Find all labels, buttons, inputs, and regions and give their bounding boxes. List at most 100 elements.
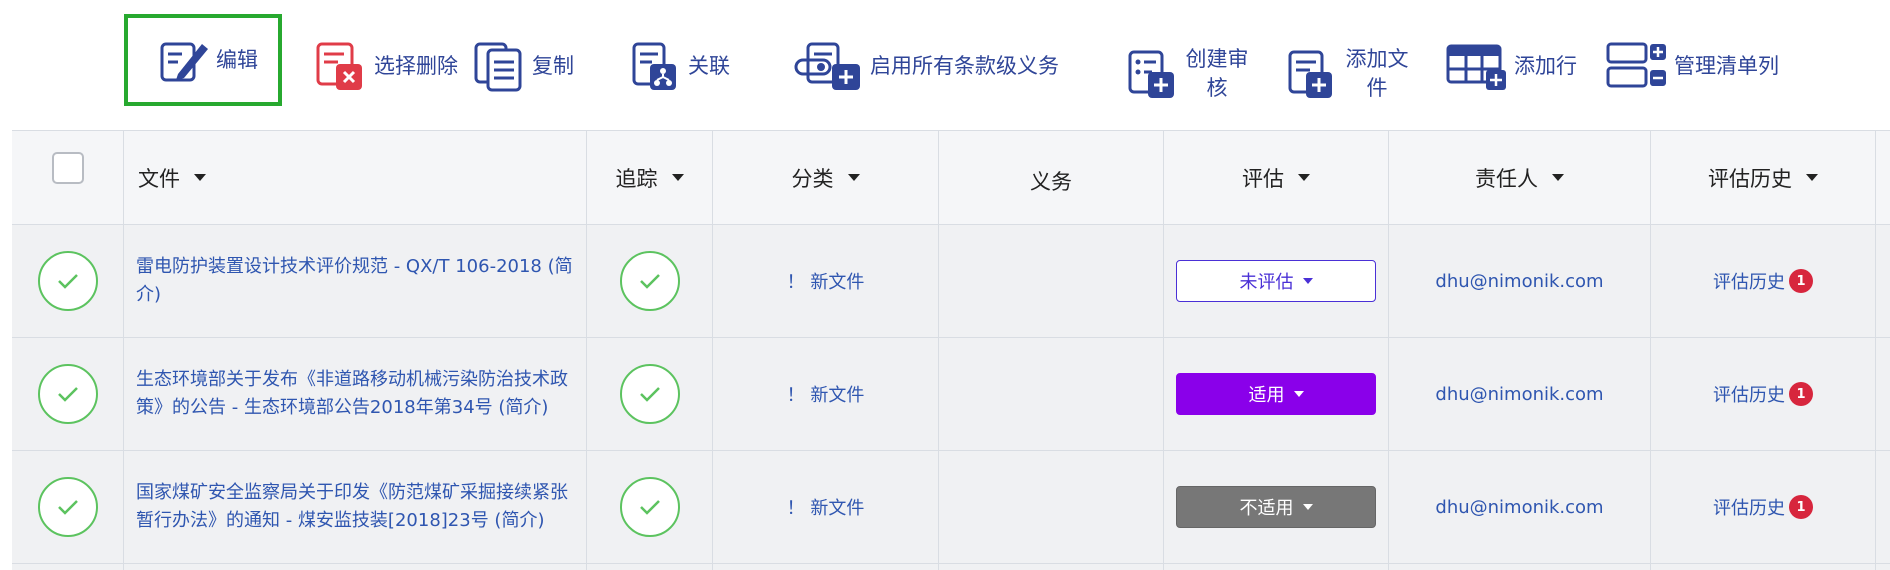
track-cell [587, 564, 713, 570]
header-duty: 义务 [939, 131, 1164, 224]
add-row-label: 添加行 [1514, 53, 1577, 78]
sort-caret-icon[interactable] [671, 174, 684, 181]
doc-link[interactable]: 生态环境部关于发布《非道路移动机械污染防治技术政策》的公告 - 生态环境部公告2… [124, 366, 586, 422]
owner-cell [1389, 564, 1651, 570]
create-audit-label: 创建审核 [1185, 47, 1249, 100]
copy-icon [474, 40, 526, 92]
header-category[interactable]: 分类 [713, 131, 939, 224]
header-assess-label: 评估 [1242, 166, 1284, 191]
enable-clause-duties-button[interactable]: 启用所有条款级义务 [794, 36, 1059, 96]
sort-caret-icon[interactable] [194, 174, 206, 181]
edit-icon [158, 34, 210, 86]
select-delete-button[interactable]: 选择删除 [316, 36, 458, 96]
header-track[interactable]: 追踪 [587, 131, 713, 224]
doc-link[interactable]: 国家煤矿安全监察局关于印发《防范煤矿采掘接续紧张暂行办法》的通知 - 煤安监技装… [124, 479, 586, 535]
dropdown-caret-icon [1302, 278, 1313, 284]
sort-caret-icon[interactable] [847, 174, 860, 181]
history-cell: 评估历史 1 [1651, 225, 1876, 337]
track-cell [587, 225, 713, 337]
header-owner[interactable]: 责任人 [1389, 131, 1651, 224]
header-history-label: 评估历史 [1708, 166, 1792, 191]
owner-email[interactable]: dhu@nimonik.com [1435, 497, 1603, 518]
track-check-icon[interactable] [619, 364, 680, 424]
link-button[interactable]: 关联 [630, 36, 730, 96]
toolbar: 编辑 选择删除 复制 关联 启用所有条款级义务 创建审核 添加文件 添加行 管理… [0, 0, 1890, 128]
header-overflow [1876, 131, 1890, 224]
assess-dropdown[interactable]: 适用 [1176, 373, 1376, 415]
edit-label: 编辑 [216, 47, 258, 72]
track-cell [587, 451, 713, 563]
create-audit-icon [1126, 48, 1178, 100]
owner-email[interactable]: dhu@nimonik.com [1435, 271, 1603, 292]
history-count-badge: 1 [1789, 495, 1813, 519]
sort-caret-icon[interactable] [1552, 174, 1564, 181]
manage-list-columns-button[interactable]: 管理清单列 [1606, 36, 1779, 96]
table-row [12, 564, 1890, 570]
history-link[interactable]: 评估历史 1 [1713, 381, 1813, 407]
sort-caret-icon[interactable] [1806, 174, 1818, 181]
owner-cell: dhu@nimonik.com [1389, 451, 1651, 563]
category-cell: ！ 新文件 [713, 225, 939, 337]
link-label: 关联 [688, 53, 730, 78]
history-count-badge: 1 [1789, 382, 1813, 406]
owner-email[interactable]: dhu@nimonik.com [1435, 384, 1603, 405]
assess-cell: 不适用 [1164, 451, 1389, 563]
edit-button[interactable]: 编辑 [124, 14, 282, 106]
header-owner-label: 责任人 [1475, 166, 1538, 191]
copy-button[interactable]: 复制 [474, 36, 574, 96]
duty-cell [939, 338, 1164, 450]
history-link[interactable]: 评估历史 1 [1713, 494, 1813, 520]
history-cell [1651, 564, 1876, 570]
dropdown-caret-icon [1302, 504, 1313, 510]
category-cell: ！ 新文件 [713, 338, 939, 450]
track-cell [587, 338, 713, 450]
sort-caret-icon[interactable] [1298, 174, 1310, 181]
add-doc-label: 添加文件 [1345, 47, 1409, 100]
enable-clause-icon [794, 40, 864, 92]
enable-clause-label: 启用所有条款级义务 [870, 53, 1059, 78]
documents-table: 文件 追踪 分类 义务 评估 责任人 评估历史 雷电防护装置设计技术评价规范 - [12, 130, 1890, 570]
header-duty-label: 义务 [1030, 169, 1072, 194]
header-doc-label: 文件 [138, 166, 180, 191]
header-category-label: 分类 [791, 166, 834, 191]
link-doc-icon [630, 40, 682, 92]
add-doc-icon [1286, 48, 1338, 100]
copy-label: 复制 [532, 53, 574, 78]
header-history[interactable]: 评估历史 [1651, 131, 1876, 224]
history-count-badge: 1 [1789, 269, 1813, 293]
add-doc-button[interactable]: 添加文件 [1286, 40, 1410, 108]
doc-cell: 生态环境部关于发布《非道路移动机械污染防治技术政策》的公告 - 生态环境部公告2… [124, 338, 587, 450]
create-audit-button[interactable]: 创建审核 [1126, 40, 1250, 108]
table-row: 生态环境部关于发布《非道路移动机械污染防治技术政策》的公告 - 生态环境部公告2… [12, 338, 1890, 451]
duty-cell [939, 564, 1164, 570]
assess-value: 未评估 [1239, 272, 1294, 293]
row-check-icon[interactable] [38, 364, 98, 424]
track-check-icon[interactable] [619, 477, 680, 537]
table-row: 雷电防护装置设计技术评价规范 - QX/T 106-2018 (简介) ！ 新文… [12, 225, 1890, 338]
row-check-icon[interactable] [38, 251, 98, 311]
header-assess[interactable]: 评估 [1164, 131, 1389, 224]
add-row-button[interactable]: 添加行 [1446, 36, 1577, 96]
assess-value: 不适用 [1239, 498, 1294, 519]
owner-cell: dhu@nimonik.com [1389, 225, 1651, 337]
row-check-icon[interactable] [38, 477, 98, 537]
row-select-cell [12, 564, 124, 570]
manage-columns-icon [1606, 40, 1668, 92]
doc-link[interactable]: 雷电防护装置设计技术评价规范 - QX/T 106-2018 (简介) [124, 253, 586, 309]
select-all-checkbox[interactable] [52, 151, 84, 184]
header-doc[interactable]: 文件 [124, 131, 587, 224]
history-cell: 评估历史 1 [1651, 451, 1876, 563]
table-header: 文件 追踪 分类 义务 评估 责任人 评估历史 [12, 131, 1890, 225]
add-row-icon [1446, 40, 1508, 92]
assess-dropdown[interactable]: 不适用 [1176, 486, 1376, 528]
assess-cell [1164, 564, 1389, 570]
track-check-icon[interactable] [619, 251, 680, 311]
manage-list-label: 管理清单列 [1674, 53, 1779, 78]
row-overflow [1876, 225, 1890, 337]
history-link[interactable]: 评估历史 1 [1713, 268, 1813, 294]
assess-dropdown[interactable]: 未评估 [1176, 260, 1376, 302]
row-select-cell [12, 451, 124, 563]
history-cell: 评估历史 1 [1651, 338, 1876, 450]
category-cell: ！ 新文件 [713, 451, 939, 563]
row-overflow [1876, 451, 1890, 563]
